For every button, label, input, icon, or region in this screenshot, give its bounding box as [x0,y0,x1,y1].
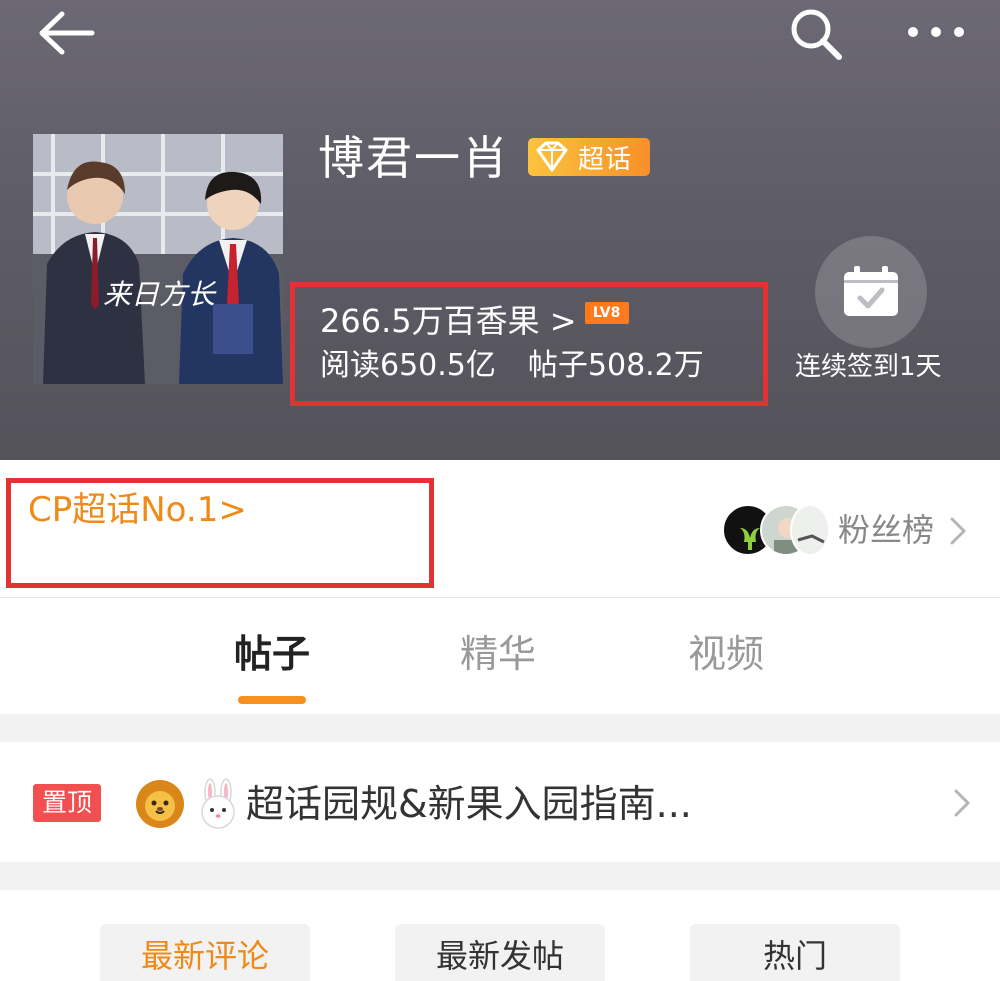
checkin-label: 连续签到1天 [795,352,942,382]
level-badge: LV8 [584,302,629,324]
search-icon[interactable] [788,6,844,62]
topic-header: 来日方长 博君一肖 超话 266.5万百香果 > LV8 阅读650.5亿 帖子5… [0,0,1000,460]
sort-hot-button[interactable]: 热门 [690,924,900,981]
lion-emoji-icon [136,780,184,828]
avatar [790,504,830,556]
checkin-button[interactable] [815,236,927,348]
tab-featured[interactable]: 精华 [460,628,536,680]
super-topic-badge: 超话 [528,138,650,176]
sort-latest-comment-button[interactable]: 最新评论 [100,924,310,981]
topic-stats-box: 266.5万百香果 > LV8 阅读650.5亿 帖子508.2万 [290,282,768,406]
topic-title: 博君一肖 [318,131,510,185]
back-arrow-icon[interactable] [36,10,96,56]
super-badge-label: 超话 [578,144,633,175]
pinned-post-title[interactable]: 超话园规&新果入园指南... [246,778,692,830]
sort-options: 最新评论 最新发帖 热门 [0,890,1000,981]
rabbit-emoji-icon [201,778,235,829]
active-tab-indicator [238,696,306,704]
sort-latest-post-button[interactable]: 最新发帖 [395,924,605,981]
posts-count: 帖子508.2万 [527,348,704,383]
rank-row: CP超话No.1> 粉丝榜 [0,460,1000,598]
pinned-badge: 置顶 [33,784,101,822]
cp-rank-link[interactable]: CP超话No.1> [28,488,247,532]
cover-caption: 来日方长 [103,278,217,311]
read-post-counts: 阅读650.5亿 帖子508.2万 [320,347,704,385]
diamond-icon [536,141,568,172]
more-options-icon[interactable] [905,22,967,42]
content-tabs: 帖子 精华 视频 [0,598,1000,714]
fans-count-text: 266.5万百香果 > [320,302,577,340]
calendar-check-icon [844,266,898,316]
chevron-right-icon[interactable] [948,516,968,546]
reads-count: 阅读650.5亿 [320,348,496,383]
pinned-emoji-group [134,778,244,830]
tab-videos[interactable]: 视频 [688,628,764,680]
tab-posts[interactable]: 帖子 [234,628,310,680]
chevron-right-icon[interactable] [952,788,972,818]
fan-avatars[interactable] [722,504,832,556]
fans-count-link[interactable]: 266.5万百香果 > LV8 [320,301,629,341]
fans-rank-link[interactable]: 粉丝榜 [838,510,934,550]
topic-cover-image[interactable]: 来日方长 [33,134,283,384]
